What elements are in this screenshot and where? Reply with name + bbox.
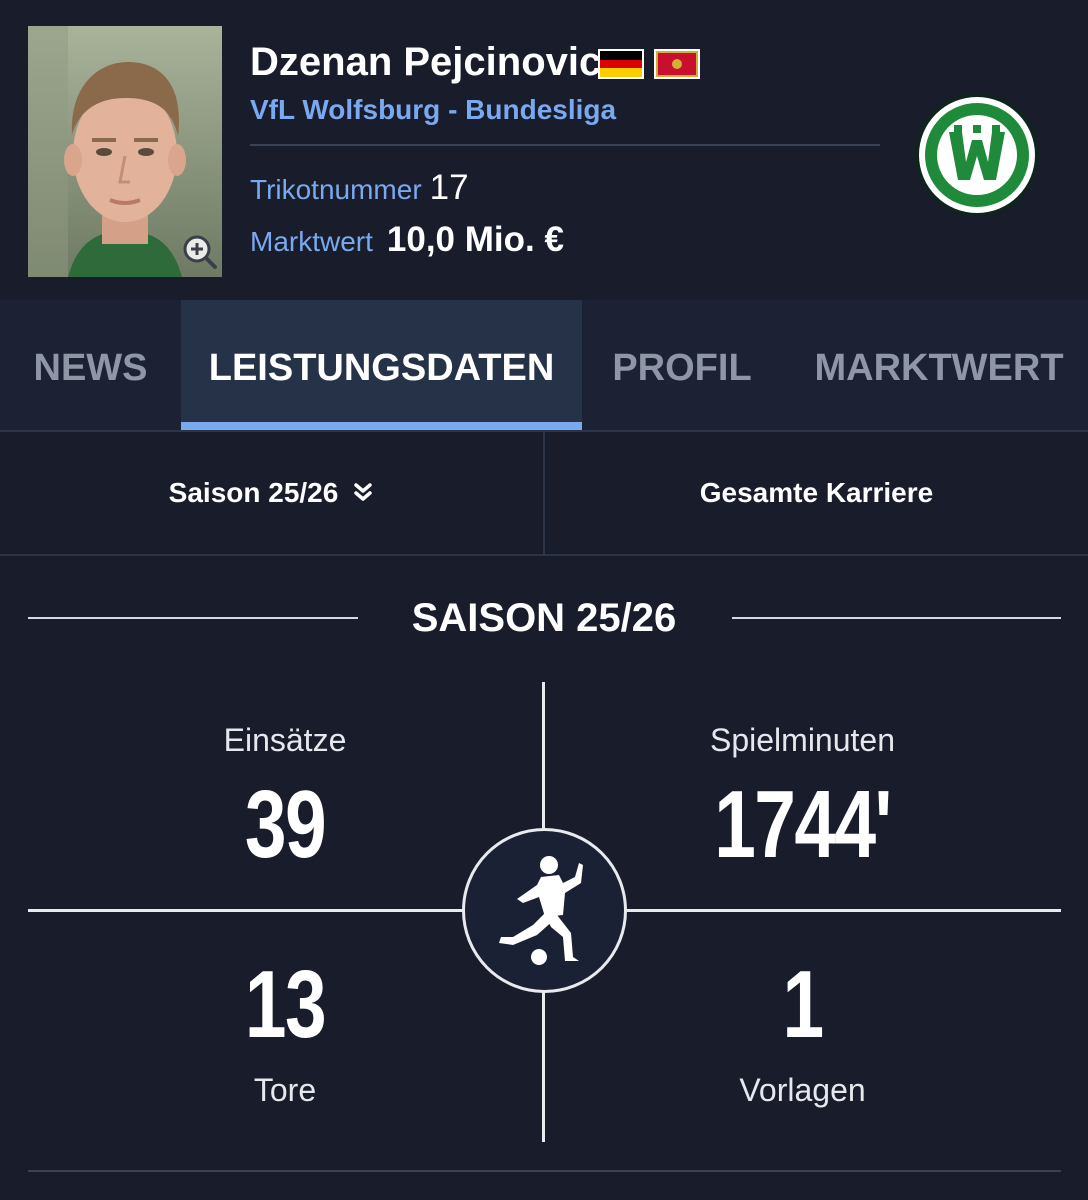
bottom-divider — [28, 1170, 1061, 1172]
tab-bar: NEWS LEISTUNGSDATEN PROFIL MARKTWERT — [0, 300, 1088, 432]
filter-bar: Saison 25/26 Gesamte Karriere — [0, 432, 1088, 556]
player-name: Dzenan Pejcinovic — [250, 40, 602, 84]
vfl-wolfsburg-logo-icon[interactable] — [914, 92, 1040, 218]
market-value-label: Marktwert — [250, 226, 373, 257]
football-player-badge — [462, 828, 627, 993]
active-tab-indicator — [181, 422, 582, 430]
goals-label: Tore — [253, 1072, 317, 1108]
season-selector-label: Saison 25/26 — [168, 477, 339, 508]
player-stats-page: Dzenan Pejcinovic VfL Wolfsburg - Bundes… — [0, 0, 1088, 1200]
club-league-link[interactable]: VfL Wolfsburg - Bundesliga — [250, 94, 616, 126]
tab-leistungsdaten[interactable]: LEISTUNGSDATEN — [181, 300, 582, 430]
shirt-number-row: Trikotnummer 17 — [250, 168, 469, 208]
minutes-label: Spielminuten — [710, 722, 895, 758]
double-chevron-down-icon — [354, 483, 373, 501]
zoom-in-icon[interactable] — [181, 233, 219, 271]
tab-profil[interactable]: PROFIL — [582, 300, 782, 430]
goals-value: 13 — [244, 951, 327, 1058]
shirt-number-value: 17 — [429, 168, 469, 207]
season-selector[interactable]: Saison 25/26 — [0, 432, 543, 554]
header-divider — [250, 144, 880, 146]
tab-news[interactable]: NEWS — [0, 300, 181, 430]
market-value-row: Marktwert 10,0 Mio. € — [250, 220, 564, 260]
career-filter-button[interactable]: Gesamte Karriere — [545, 432, 1088, 554]
football-player-icon — [499, 856, 583, 965]
minutes-value: 1744' — [714, 771, 892, 878]
montenegro-flag-icon — [654, 49, 700, 79]
assists-value: 1 — [782, 951, 824, 1058]
section-rule-right — [732, 617, 1061, 619]
player-header: Dzenan Pejcinovic VfL Wolfsburg - Bundes… — [0, 0, 1088, 300]
appearances-label: Einsätze — [223, 722, 347, 758]
appearances-value: 39 — [244, 771, 327, 878]
shirt-number-label: Trikotnummer — [250, 174, 422, 205]
assists-label: Vorlagen — [739, 1072, 866, 1108]
tab-marktwert[interactable]: MARKTWERT — [790, 300, 1088, 430]
germany-flag-icon — [598, 49, 644, 79]
market-value: 10,0 Mio. € — [386, 220, 564, 259]
